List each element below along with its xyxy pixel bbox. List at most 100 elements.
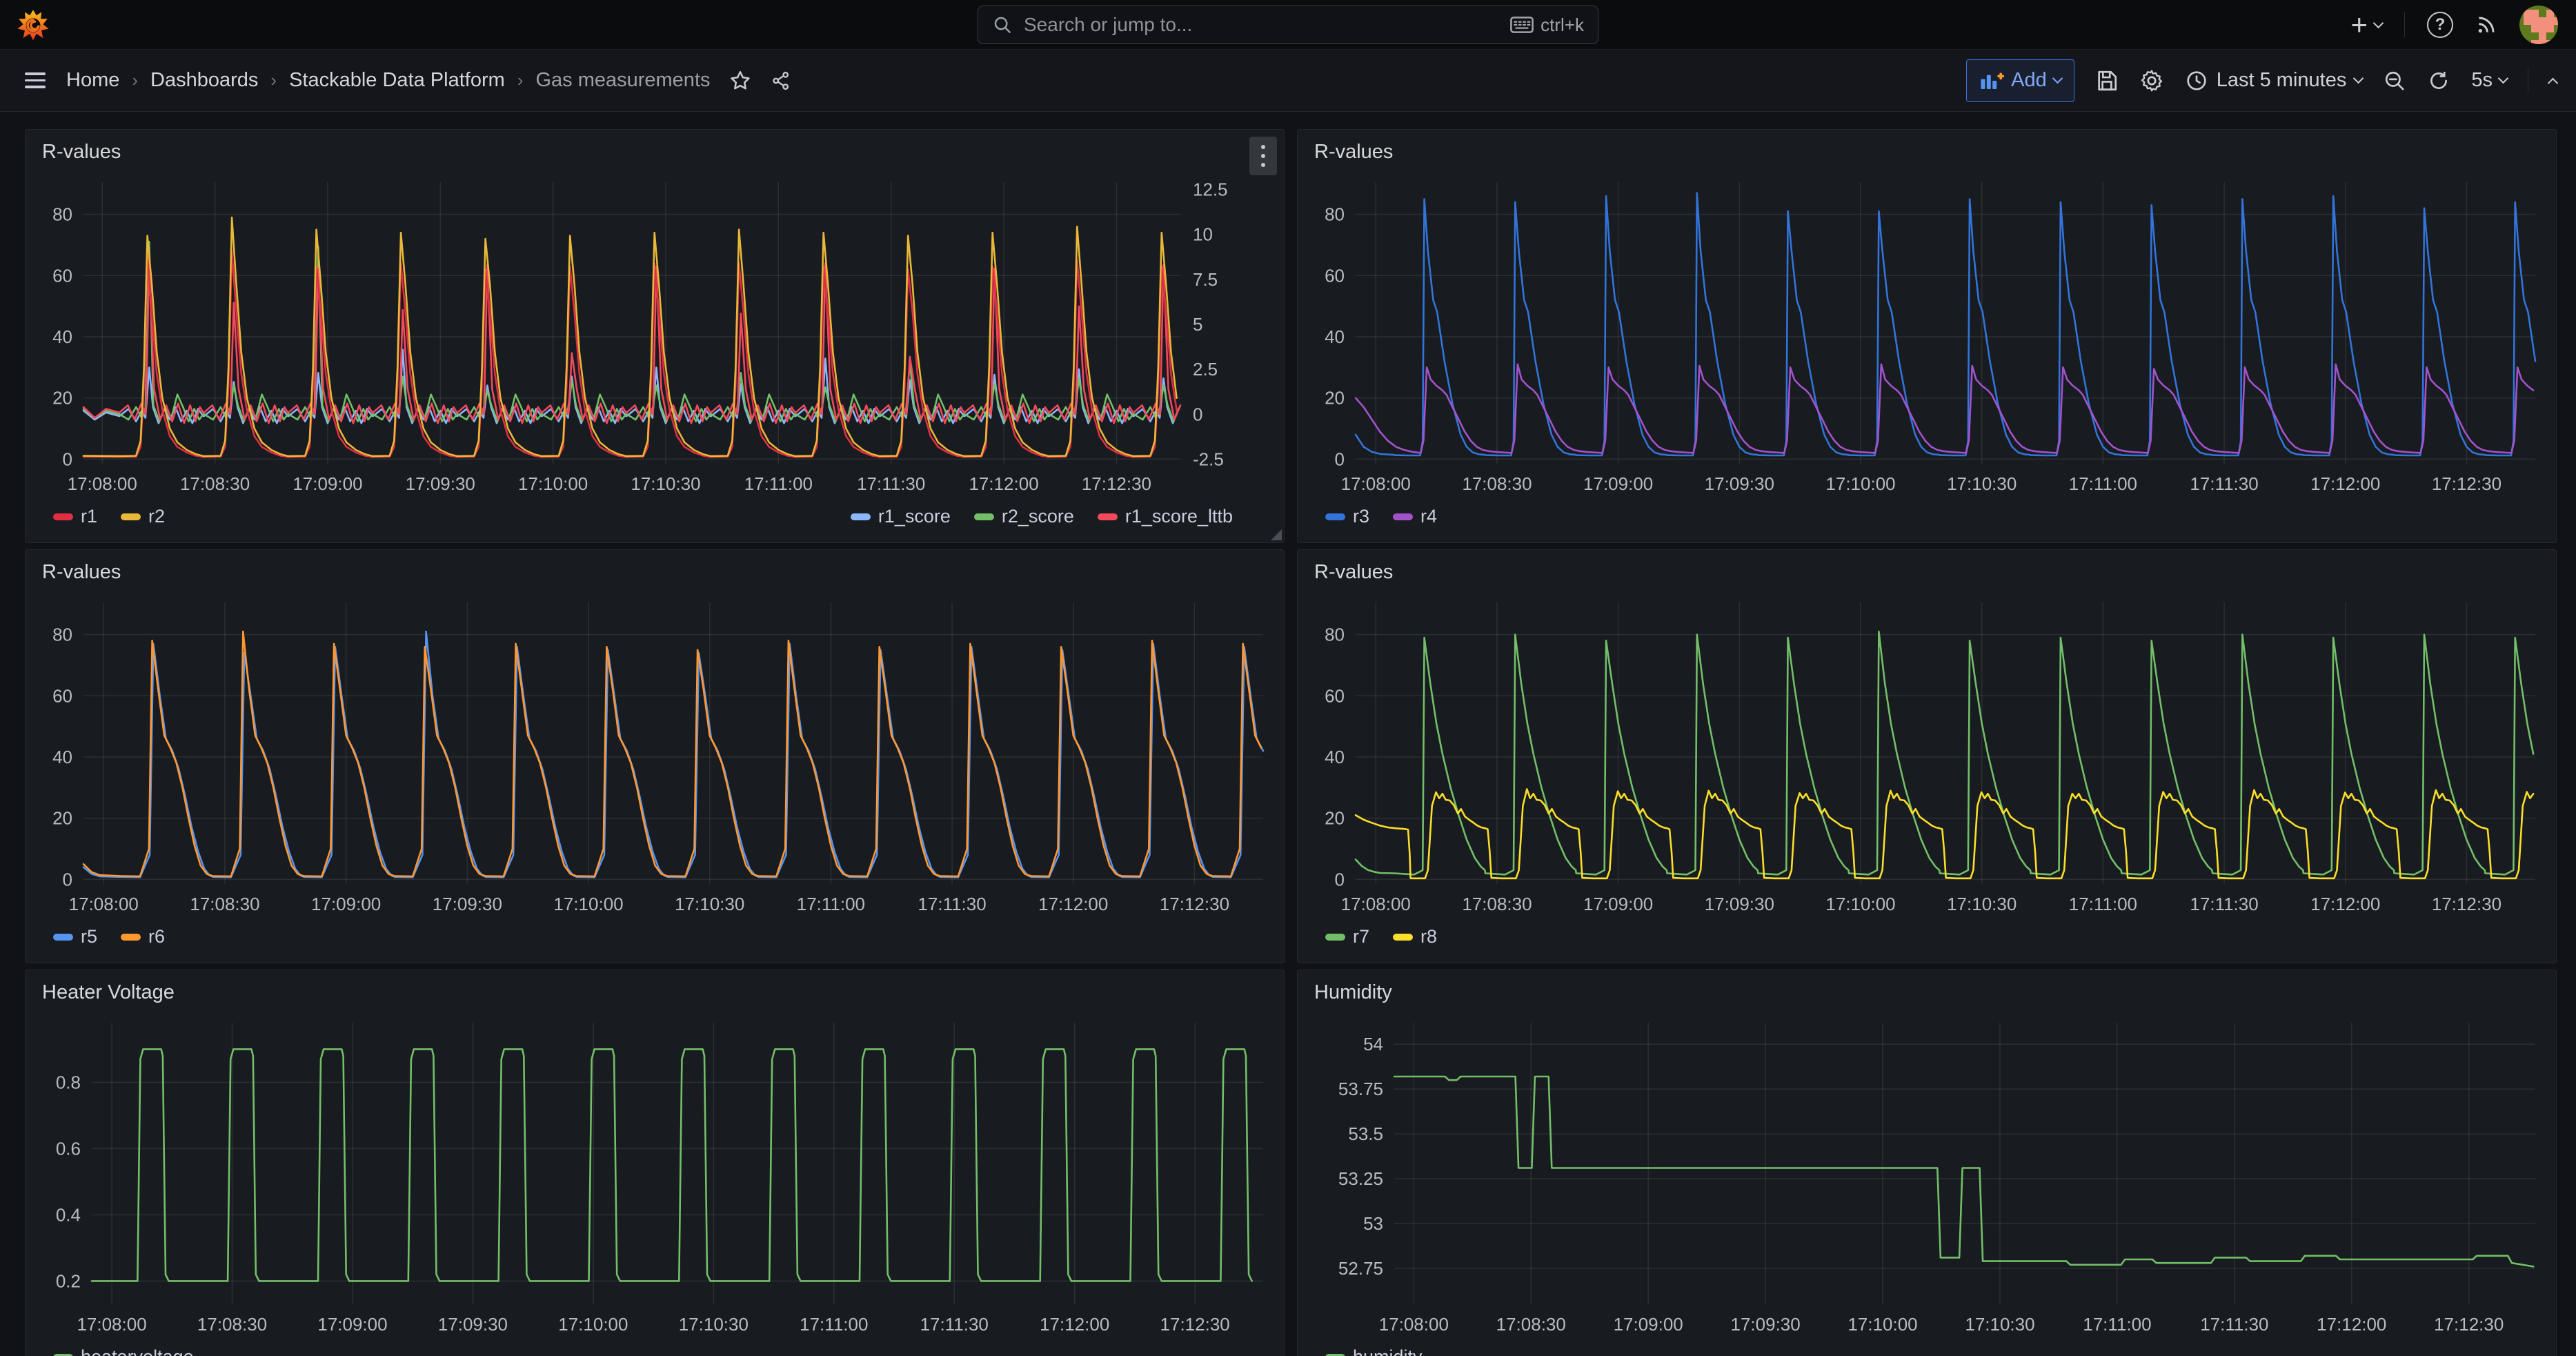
panel-title[interactable]: R-values	[1314, 561, 1393, 584]
panel-header[interactable]: Heater Voltage	[26, 970, 1284, 1014]
legend-item-r7[interactable]: r7	[1325, 926, 1369, 947]
legend-item-r4[interactable]: r4	[1393, 506, 1437, 527]
chart-canvas[interactable]: 17:08:0017:08:3017:09:0017:09:3017:10:00…	[26, 174, 1284, 498]
refresh-icon[interactable]	[2427, 69, 2450, 92]
panel-title[interactable]: R-values	[1314, 141, 1393, 164]
panel-title[interactable]: Humidity	[1314, 981, 1392, 1004]
x-tick-label: 17:11:00	[2069, 473, 2137, 494]
legend-item-r6[interactable]: r6	[121, 926, 165, 947]
x-tick-label: 17:08:30	[1496, 1314, 1566, 1335]
star-icon[interactable]	[729, 69, 752, 92]
legend-label: r1_score	[878, 506, 951, 527]
y-tick-label: 0.4	[56, 1204, 81, 1225]
panel-r-values-2: R-values 17:08:0017:08:3017:09:0017:09:3…	[1297, 129, 2557, 543]
time-range-picker[interactable]: Last 5 minutes	[2185, 69, 2363, 92]
collapse-caret-icon[interactable]	[2548, 78, 2559, 89]
legend-label: r6	[148, 926, 165, 947]
panel-legend: r5 r6	[26, 922, 1284, 963]
time-series-chart[interactable]: 17:08:0017:08:3017:09:0017:09:3017:10:00…	[1298, 174, 2556, 502]
add-button[interactable]: Add	[1966, 59, 2074, 102]
right-y-tick-label: 12.5	[1193, 179, 1228, 199]
chart-canvas[interactable]: 17:08:0017:08:3017:09:0017:09:3017:10:00…	[1298, 174, 2556, 498]
right-y-tick-label: 5	[1193, 314, 1202, 335]
legend-item-r2[interactable]: r2	[121, 506, 165, 527]
panel-header[interactable]: R-values	[1298, 550, 2556, 594]
y-tick-label: 0.2	[56, 1270, 81, 1291]
legend-swatch	[851, 513, 871, 520]
legend-item-r1[interactable]: r1	[53, 506, 97, 527]
save-icon[interactable]	[2095, 69, 2119, 92]
search-shortcut: ctrl+k	[1510, 14, 1584, 36]
chart-canvas[interactable]: 17:08:0017:08:3017:09:0017:09:3017:10:00…	[1298, 1014, 2556, 1339]
settings-gear-icon[interactable]	[2139, 68, 2164, 93]
x-tick-label: 17:11:00	[800, 1314, 868, 1335]
resize-handle[interactable]	[1271, 529, 1282, 540]
legend-swatch	[974, 513, 994, 520]
x-tick-label: 17:09:30	[433, 894, 502, 914]
x-tick-label: 17:09:00	[1614, 1314, 1683, 1335]
chevron-down-icon	[2052, 73, 2063, 84]
time-series-chart[interactable]: 17:08:0017:08:3017:09:0017:09:3017:10:00…	[26, 594, 1284, 922]
panel-title[interactable]: Heater Voltage	[42, 981, 175, 1004]
x-tick-label: 17:11:30	[2190, 894, 2258, 914]
news-rss-button[interactable]	[2475, 14, 2497, 36]
breadcrumb-current: Gas measurements	[535, 69, 710, 92]
panel-title[interactable]: R-values	[42, 561, 121, 584]
x-tick-label: 17:08:00	[77, 1314, 146, 1335]
zoom-out-icon[interactable]	[2383, 69, 2406, 92]
legend-swatch	[53, 513, 73, 520]
panel-header[interactable]: Humidity	[1298, 970, 2556, 1014]
x-tick-label: 17:12:30	[2432, 473, 2501, 494]
x-tick-label: 17:08:30	[1462, 473, 1532, 494]
user-avatar[interactable]	[2519, 6, 2558, 44]
time-series-chart[interactable]: 17:08:0017:08:3017:09:0017:09:3017:10:00…	[1298, 1014, 2556, 1342]
share-icon[interactable]	[770, 70, 792, 92]
new-menu-button[interactable]: +	[2350, 10, 2382, 39]
x-tick-label: 17:08:30	[180, 473, 250, 494]
chart-canvas[interactable]: 17:08:0017:08:3017:09:0017:09:3017:10:00…	[26, 594, 1284, 918]
chart-canvas[interactable]: 17:08:0017:08:3017:09:0017:09:3017:10:00…	[26, 1014, 1284, 1339]
chevron-down-icon	[2353, 73, 2364, 84]
grafana-app: { "topbar": { "search_placeholder": "Sea…	[0, 0, 2576, 1356]
legend-item-r5[interactable]: r5	[53, 926, 97, 947]
x-tick-label: 17:09:00	[293, 473, 362, 494]
breadcrumb-dashboards[interactable]: Dashboards	[150, 69, 258, 92]
x-tick-label: 17:08:00	[69, 894, 139, 914]
legend-label: r1	[81, 506, 97, 527]
panel-humidity: Humidity 17:08:0017:08:3017:09:0017:09:3…	[1297, 970, 2557, 1356]
legend-label: r7	[1353, 926, 1369, 947]
panel-header[interactable]: R-values	[26, 130, 1284, 174]
legend-item-r3[interactable]: r3	[1325, 506, 1369, 527]
add-panel-icon	[1979, 70, 2004, 92]
chevron-down-icon	[2373, 17, 2384, 28]
panel-menu-kebab-icon[interactable]	[1249, 137, 1277, 175]
help-button[interactable]: ?	[2427, 12, 2453, 38]
y-tick-label: 40	[1325, 326, 1345, 347]
search-box[interactable]: ctrl+k	[978, 6, 1598, 44]
time-series-chart[interactable]: 17:08:0017:08:3017:09:0017:09:3017:10:00…	[26, 1014, 1284, 1342]
legend-item-r1_score_lttb[interactable]: r1_score_lttb	[1098, 506, 1233, 527]
breadcrumb-folder[interactable]: Stackable Data Platform	[289, 69, 505, 92]
grafana-logo-icon[interactable]	[17, 8, 50, 41]
y-tick-label: 80	[1325, 625, 1345, 645]
menu-toggle-icon[interactable]	[25, 72, 46, 88]
x-tick-label: 17:11:00	[2083, 1314, 2151, 1335]
legend-item-humidity[interactable]: humidity	[1325, 1346, 1423, 1356]
legend-item-r2_score[interactable]: r2_score	[974, 506, 1074, 527]
x-tick-label: 17:09:30	[1705, 473, 1774, 494]
panel-header[interactable]: R-values	[26, 550, 1284, 594]
refresh-interval-picker[interactable]: 5s	[2471, 69, 2507, 92]
panel-title[interactable]: R-values	[42, 141, 121, 164]
y-tick-label: 60	[1325, 265, 1345, 286]
legend-item-r1_score[interactable]: r1_score	[851, 506, 951, 527]
legend-label: r1_score_lttb	[1125, 506, 1233, 527]
search-input[interactable]	[1024, 14, 1510, 36]
time-series-chart[interactable]: 17:08:0017:08:3017:09:0017:09:3017:10:00…	[26, 174, 1284, 502]
time-series-chart[interactable]: 17:08:0017:08:3017:09:0017:09:3017:10:00…	[1298, 594, 2556, 922]
panel-legend: heatervoltage	[26, 1342, 1284, 1356]
panel-header[interactable]: R-values	[1298, 130, 2556, 174]
legend-item-heatervoltage[interactable]: heatervoltage	[53, 1346, 194, 1356]
breadcrumb-home[interactable]: Home	[66, 69, 119, 92]
legend-item-r8[interactable]: r8	[1393, 926, 1437, 947]
chart-canvas[interactable]: 17:08:0017:08:3017:09:0017:09:3017:10:00…	[1298, 594, 2556, 918]
